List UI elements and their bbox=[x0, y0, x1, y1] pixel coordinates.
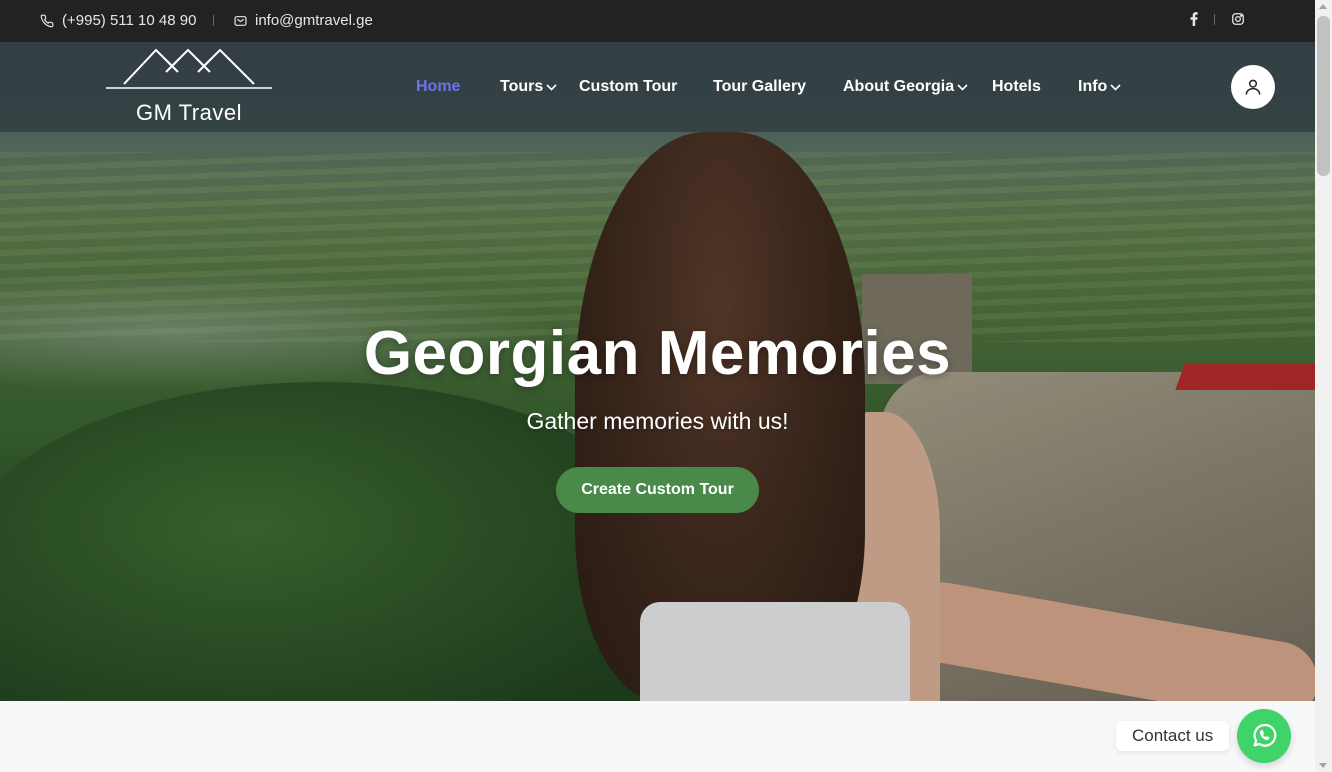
instagram-icon[interactable] bbox=[1231, 12, 1245, 26]
nav-info-label: Info bbox=[1078, 78, 1108, 95]
social-divider bbox=[1214, 13, 1215, 25]
nav-tour-gallery-label: Tour Gallery bbox=[713, 78, 807, 95]
whatsapp-icon bbox=[1249, 721, 1279, 751]
chevron-down-icon bbox=[546, 83, 557, 91]
topbar-divider bbox=[213, 15, 214, 26]
contact-us-label[interactable]: Contact us bbox=[1116, 721, 1230, 751]
page-scrollbar[interactable] bbox=[1315, 0, 1332, 772]
whatsapp-button[interactable] bbox=[1237, 709, 1291, 763]
nav-tour-gallery[interactable]: Tour Gallery bbox=[713, 78, 806, 96]
phone-number: (+995) 511 10 48 90 bbox=[62, 12, 197, 29]
user-account-button[interactable] bbox=[1231, 65, 1275, 109]
email-contact[interactable]: info@gmtravel.ge bbox=[234, 12, 373, 29]
nav-hotels-label: Hotels bbox=[992, 78, 1041, 95]
nav-tours-label: Tours bbox=[500, 78, 544, 95]
chevron-down-icon bbox=[957, 83, 968, 91]
nav-home[interactable]: Home bbox=[416, 78, 460, 96]
nav-tours[interactable]: Tours bbox=[500, 78, 557, 96]
main-header: GM Travel Home Tours Custom Tour Tour Ga… bbox=[0, 42, 1315, 132]
nav-custom-tour[interactable]: Custom Tour bbox=[579, 78, 677, 96]
facebook-icon[interactable] bbox=[1190, 12, 1198, 26]
email-address: info@gmtravel.ge bbox=[255, 12, 373, 29]
mail-icon bbox=[234, 15, 247, 27]
phone-contact[interactable]: (+995) 511 10 48 90 bbox=[40, 12, 196, 29]
nav-about-georgia-label: About Georgia bbox=[843, 78, 955, 95]
hero-title: Georgian Memories bbox=[363, 319, 952, 388]
create-custom-tour-button[interactable]: Create Custom Tour bbox=[556, 467, 759, 513]
nav-custom-tour-label: Custom Tour bbox=[579, 78, 678, 95]
hero-subtitle: Gather memories with us! bbox=[526, 408, 789, 434]
scroll-down-arrow[interactable] bbox=[1319, 763, 1327, 768]
top-bar: (+995) 511 10 48 90 info@gmtravel.ge bbox=[0, 0, 1315, 42]
main-nav: Home Tours Custom Tour Tour Gallery Abou… bbox=[0, 42, 1315, 132]
nav-home-label: Home bbox=[416, 78, 461, 95]
phone-icon bbox=[40, 14, 54, 28]
scroll-up-arrow[interactable] bbox=[1319, 4, 1327, 9]
social-links bbox=[1190, 12, 1245, 26]
nav-info[interactable]: Info bbox=[1078, 78, 1121, 96]
nav-hotels[interactable]: Hotels bbox=[992, 78, 1041, 96]
user-icon bbox=[1243, 77, 1263, 97]
scroll-thumb[interactable] bbox=[1317, 16, 1330, 176]
nav-about-georgia[interactable]: About Georgia bbox=[843, 78, 968, 96]
chevron-down-icon bbox=[1110, 83, 1121, 91]
